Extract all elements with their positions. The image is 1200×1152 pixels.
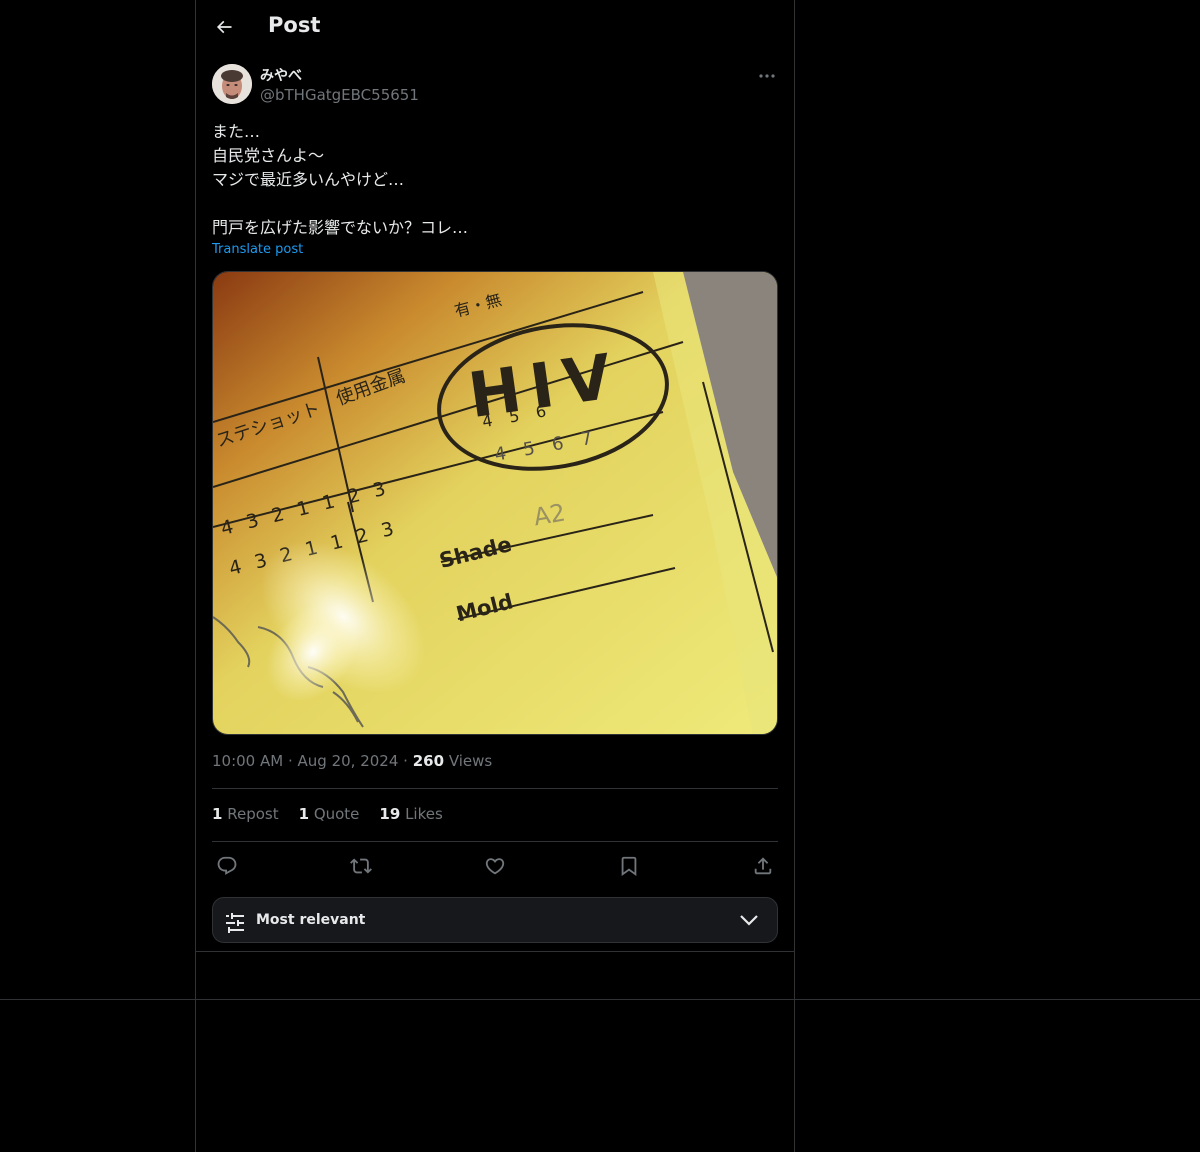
meta-separator: ·	[287, 752, 298, 770]
like-icon	[485, 858, 505, 875]
reply-icon	[217, 856, 237, 875]
column-border-left	[195, 0, 196, 1152]
post-text-line: 自民党さんよ〜	[212, 146, 325, 165]
more-options-button[interactable]	[756, 66, 778, 86]
reply-button[interactable]	[214, 853, 240, 879]
filter-sliders-icon	[226, 913, 244, 933]
likes-stat[interactable]: 19 Likes	[379, 805, 442, 823]
page-title: Post	[268, 13, 321, 37]
meta-separator: ·	[403, 752, 413, 770]
arrow-left-icon	[216, 20, 232, 34]
avatar[interactable]	[212, 64, 252, 104]
quotes-count: 1	[298, 805, 310, 823]
footer-divider	[0, 999, 1200, 1000]
views-label: Views	[448, 752, 493, 770]
post-text-line: 門戸を広げた影響でないか？コレ…	[212, 218, 469, 237]
post-text-line	[212, 192, 778, 216]
like-button[interactable]	[482, 853, 508, 879]
more-dots-icon	[759, 74, 775, 78]
post-text: また… 自民党さんよ〜 マジで最近多いんやけど… 門戸を広げた影響でないか？コレ…	[212, 120, 778, 240]
divider	[212, 841, 778, 842]
reply-sort-dropdown[interactable]: Most relevant	[212, 897, 778, 943]
post-author: みやべ @bTHGatgEBC55651	[212, 64, 778, 108]
back-button[interactable]	[210, 13, 238, 41]
engagement-stats: 1 Repost 1 Quote 19 Likes	[212, 805, 443, 823]
user-handle[interactable]: @bTHGatgEBC55651	[260, 86, 419, 104]
likes-label: Likes	[405, 805, 443, 823]
post-header: Post	[196, 0, 794, 54]
column-border-right	[794, 0, 795, 1152]
likes-count: 19	[379, 805, 401, 823]
bookmark-button[interactable]	[616, 853, 642, 879]
post-time[interactable]: 10:00 AM	[212, 752, 283, 770]
sort-label: Most relevant	[256, 912, 366, 928]
post-end-divider	[196, 951, 794, 952]
bookmark-icon	[621, 856, 637, 877]
chevron-down-icon	[740, 915, 758, 926]
divider	[212, 788, 778, 789]
reposts-stat[interactable]: 1 Repost	[212, 805, 279, 823]
post-meta: 10:00 AM · Aug 20, 2024 · 260 Views	[212, 752, 492, 770]
action-bar	[212, 853, 778, 879]
reposts-label: Repost	[227, 805, 279, 823]
quotes-label: Quote	[313, 805, 360, 823]
image-text-a2: A2	[531, 498, 567, 531]
share-icon	[754, 857, 772, 875]
post-image[interactable]: HIV 使用金属 ステショット 有・無 4 3 2 1 1 2 3 4 3 2 …	[212, 271, 778, 735]
views-count: 260	[412, 752, 445, 770]
quotes-stat[interactable]: 1 Quote	[299, 805, 360, 823]
reposts-count: 1	[212, 805, 223, 823]
display-name[interactable]: みやべ	[260, 65, 302, 85]
repost-icon	[350, 858, 372, 874]
post-text-line: マジで最近多いんやけど…	[212, 170, 405, 189]
post-text-line: また…	[212, 122, 261, 141]
translate-post-link[interactable]: Translate post	[212, 242, 303, 257]
post-date[interactable]: Aug 20, 2024	[298, 752, 399, 770]
repost-button[interactable]	[348, 853, 374, 879]
share-button[interactable]	[750, 853, 776, 879]
